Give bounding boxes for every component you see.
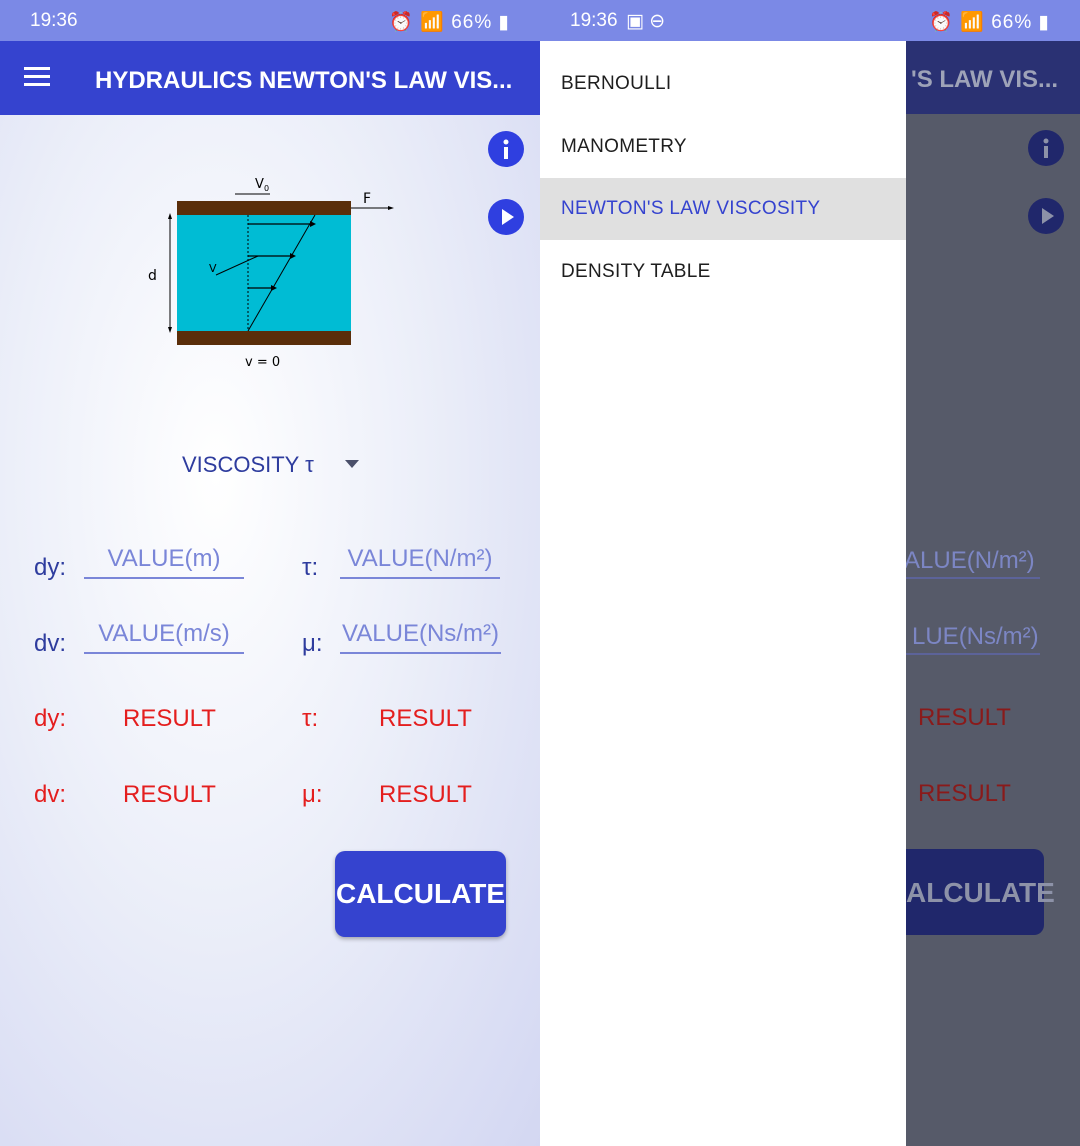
drawer-item-newtons-law-viscosity[interactable]: NEWTON'S LAW VISCOSITY: [540, 178, 906, 240]
bottom-velocity-label: v = 0: [245, 355, 280, 370]
gallery-icon: ▣ ⊖: [626, 11, 666, 32]
dimmed-title: 'S LAW VIS...: [911, 66, 1059, 93]
dv-input[interactable]: VALUE(m/s): [84, 618, 244, 654]
dy-result: RESULT: [123, 705, 216, 732]
wifi-icon: 📶: [960, 12, 985, 33]
top-velocity-label: V: [255, 177, 264, 192]
status-time: 19:36: [30, 10, 78, 31]
dy-label: dy:: [34, 554, 67, 581]
dv-label: dv:: [34, 630, 67, 657]
alarm-icon: ⏰: [389, 12, 414, 33]
dimmed-info-button: [1028, 130, 1064, 166]
dimmed-play-button: [1028, 198, 1064, 234]
dimmed-result: RESULT: [918, 780, 1011, 807]
battery-icon: ▮: [498, 12, 510, 33]
info-icon: [1043, 138, 1049, 158]
mu-result: RESULT: [379, 781, 472, 808]
dimmed-field-line: [906, 577, 1040, 579]
status-bar: 19:36 ⏰ 📶 66% ▮: [0, 0, 540, 41]
page-title: HYDRAULICS NEWTON'S LAW VIS...: [95, 67, 513, 94]
dv-result-label: dv:: [34, 781, 67, 808]
info-icon: [503, 139, 509, 159]
dimmed-result: RESULT: [918, 704, 1011, 731]
status-icons: ⏰ 📶 66% ▮: [389, 10, 510, 34]
navigation-drawer: BERNOULLI MANOMETRY NEWTON'S LAW VISCOSI…: [540, 41, 906, 1146]
gap-label: d: [148, 268, 157, 284]
dimmed-tau-field: ALUE(N/m²): [906, 547, 1035, 574]
drawer-item-bernoulli[interactable]: BERNOULLI: [540, 53, 906, 115]
calculate-button[interactable]: CALCULATE: [335, 851, 506, 937]
wifi-icon: 📶: [420, 12, 445, 33]
chevron-down-icon[interactable]: [345, 460, 359, 468]
tau-result: RESULT: [379, 705, 472, 732]
dimmed-field-line: [906, 653, 1040, 655]
app-bar: HYDRAULICS NEWTON'S LAW VIS...: [0, 41, 540, 115]
top-velocity-sub: 0: [264, 184, 269, 193]
drawer-item-manometry[interactable]: MANOMETRY: [540, 116, 906, 178]
scrim-overlay[interactable]: 'S LAW VIS... ALUE(N/m²) LUE(Ns/m²) RESU…: [906, 41, 1080, 1146]
mode-selector[interactable]: VISCOSITY τ: [182, 452, 314, 478]
battery-level-right: 66%: [991, 12, 1033, 33]
drawer-item-density-table[interactable]: DENSITY TABLE: [540, 241, 906, 303]
mu-result-label: μ:: [302, 781, 323, 808]
play-icon: [1042, 208, 1054, 224]
info-button[interactable]: [488, 131, 524, 167]
drawer-screen: 19:36 ▣ ⊖ ⏰ 📶 66% ▮ BERNOULLI MANOMETRY …: [540, 0, 1080, 1146]
calculator-body: V 0 F d V v = 0 VISCOSITY τ dy: VALUE(m)…: [0, 115, 540, 1146]
main-screen: 19:36 ⏰ 📶 66% ▮ HYDRAULICS NEWTON'S LAW …: [0, 0, 540, 1146]
status-icons-right: ⏰ 📶 66% ▮: [929, 10, 1050, 34]
dy-input[interactable]: VALUE(m): [84, 543, 244, 579]
status-bar-right: 19:36 ▣ ⊖ ⏰ 📶 66% ▮: [540, 0, 1080, 41]
force-label: F: [363, 191, 371, 207]
mu-label: μ:: [302, 630, 323, 657]
dimmed-calculate-label: ALCULATE: [906, 877, 1055, 908]
alarm-icon: ⏰: [929, 12, 954, 33]
tau-input[interactable]: VALUE(N/m²): [340, 543, 500, 579]
viscosity-diagram: V 0 F d V v = 0: [148, 177, 394, 370]
play-icon: [502, 209, 514, 225]
battery-icon: ▮: [1038, 12, 1050, 33]
dy-result-label: dy:: [34, 705, 67, 732]
inner-velocity-label: V: [209, 262, 217, 275]
status-time-right: 19:36: [570, 10, 618, 31]
menu-icon[interactable]: [24, 67, 50, 87]
mu-input[interactable]: VALUE(Ns/m²): [340, 618, 501, 654]
battery-level: 66%: [451, 12, 493, 33]
tau-label: τ:: [302, 554, 319, 581]
dimmed-mu-field: LUE(Ns/m²): [912, 623, 1039, 650]
tau-result-label: τ:: [302, 705, 319, 732]
dv-result: RESULT: [123, 781, 216, 808]
play-button[interactable]: [488, 199, 524, 235]
